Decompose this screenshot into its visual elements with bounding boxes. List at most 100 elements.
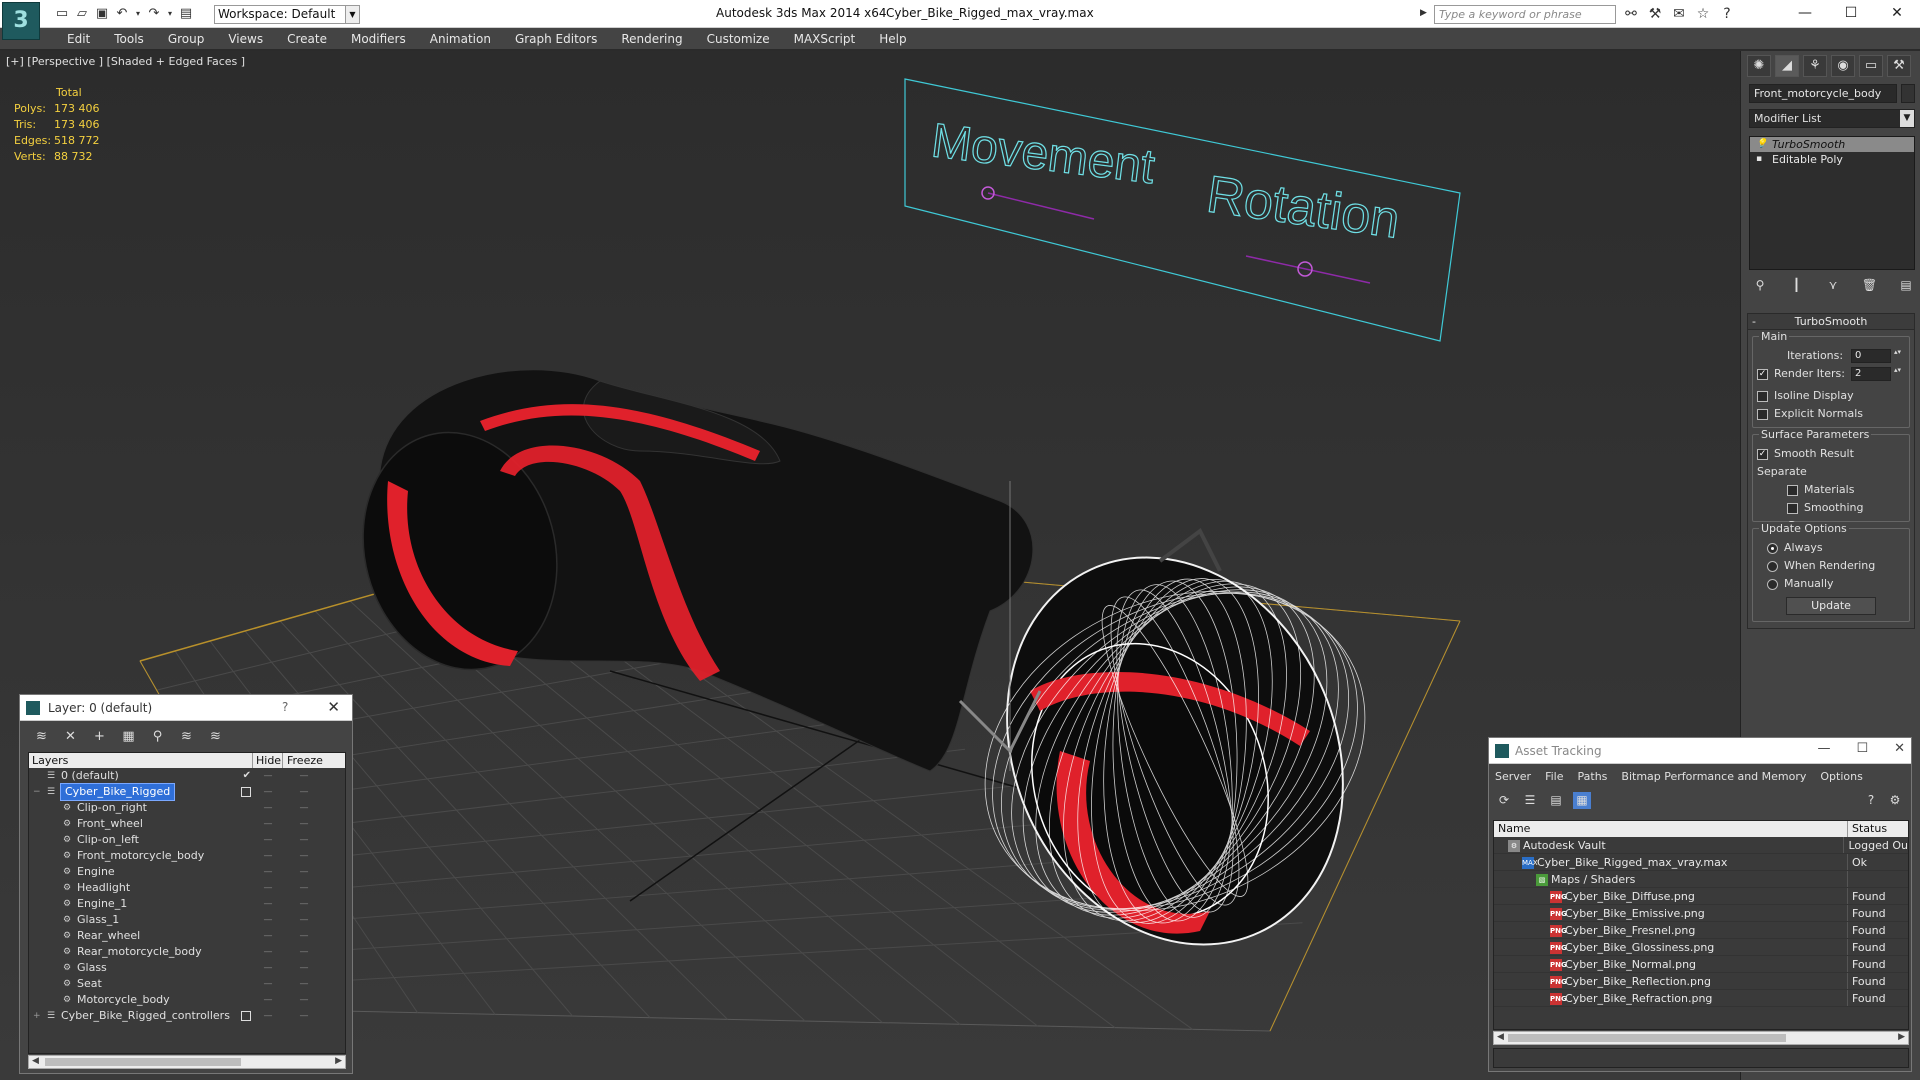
asset-menu-file[interactable]: File xyxy=(1545,770,1563,783)
hide-toggle[interactable]: — xyxy=(253,960,283,976)
lightbulb-icon[interactable]: 💡 xyxy=(1756,139,1767,149)
freeze-toggle[interactable]: — xyxy=(283,976,325,992)
hide-toggle[interactable]: — xyxy=(253,976,283,992)
minimize-icon[interactable]: — xyxy=(1817,741,1830,756)
highlight-selected-icon[interactable]: ⚲ xyxy=(148,727,167,746)
rollout-header[interactable]: - TurboSmooth xyxy=(1748,314,1914,330)
favorites-star-icon[interactable]: ☆ xyxy=(1694,5,1712,23)
open-file-icon[interactable]: ▱ xyxy=(74,6,90,22)
asset-menu-options[interactable]: Options xyxy=(1820,770,1862,783)
hide-toggle[interactable]: — xyxy=(253,832,283,848)
rig-controller-panel[interactable]: Movement Rotation xyxy=(904,78,1461,342)
asset-dialog-titlebar[interactable]: Asset Tracking — ☐ ✕ xyxy=(1489,738,1911,764)
menu-graph-editors[interactable]: Graph Editors xyxy=(503,31,609,47)
modify-tab-icon[interactable]: ◢ xyxy=(1775,55,1799,77)
communication-icon[interactable]: ✉ xyxy=(1670,5,1688,23)
layer-horizontal-scrollbar[interactable]: ◀ ▶ xyxy=(28,1055,346,1069)
select-objects-icon[interactable]: ▦ xyxy=(119,727,138,746)
maximize-icon[interactable]: ☐ xyxy=(1828,0,1874,26)
maximize-icon[interactable]: ☐ xyxy=(1856,741,1868,756)
display-tab-icon[interactable]: ▭ xyxy=(1859,55,1883,77)
menu-tools[interactable]: Tools xyxy=(102,31,156,47)
hierarchy-tab-icon[interactable]: ⚘ xyxy=(1803,55,1827,77)
col-status[interactable]: Status xyxy=(1848,821,1887,837)
asset-row[interactable]: PNGCyber_Bike_Reflection.png Found xyxy=(1494,973,1908,990)
freeze-toggle[interactable]: — xyxy=(283,880,325,896)
asset-row[interactable]: ⚙ Autodesk Vault Logged Ou xyxy=(1494,837,1908,854)
utilities-tab-icon[interactable]: ⚒ xyxy=(1887,55,1911,77)
list-view-icon[interactable]: ☰ xyxy=(1521,792,1539,809)
smooth-result-checkbox[interactable]: ✓ xyxy=(1757,448,1768,460)
app-logo-icon[interactable]: 3 xyxy=(2,2,40,40)
help-icon[interactable]: ? xyxy=(1863,792,1879,809)
pin-stack-icon[interactable]: ⚲ xyxy=(1751,276,1769,294)
freeze-all-layers-icon[interactable]: ≋ xyxy=(206,727,225,746)
freeze-toggle[interactable]: — xyxy=(283,928,325,944)
freeze-toggle[interactable]: — xyxy=(283,1008,325,1024)
asset-menu-paths[interactable]: Paths xyxy=(1578,770,1608,783)
layer-row[interactable]: ⚙ Headlight — — xyxy=(29,880,345,896)
freeze-toggle[interactable]: — xyxy=(283,768,325,784)
menu-create[interactable]: Create xyxy=(275,31,339,47)
asset-menu-bitmap-performance-and-memory[interactable]: Bitmap Performance and Memory xyxy=(1621,770,1806,783)
always-radio[interactable] xyxy=(1767,542,1778,554)
render-iters-checkbox[interactable]: ✓ xyxy=(1757,368,1768,380)
menu-help[interactable]: Help xyxy=(867,31,918,47)
freeze-toggle[interactable]: — xyxy=(283,784,325,800)
menu-customize[interactable]: Customize xyxy=(695,31,782,47)
menu-edit[interactable]: Edit xyxy=(55,31,102,47)
layer-row[interactable]: ⚙ Clip-on_right — — xyxy=(29,800,345,816)
col-hide[interactable]: Hide xyxy=(253,753,283,768)
show-end-result-icon[interactable]: ┃ xyxy=(1788,276,1806,294)
hide-toggle[interactable]: — xyxy=(253,912,283,928)
table-view-icon[interactable]: ▦ xyxy=(1573,792,1591,809)
chevron-down-icon[interactable]: ▼ xyxy=(345,6,359,23)
make-unique-icon[interactable]: ⋎ xyxy=(1824,276,1842,294)
expand-plus-icon[interactable]: ▪ xyxy=(1756,154,1766,164)
freeze-toggle[interactable]: — xyxy=(283,912,325,928)
menu-group[interactable]: Group xyxy=(156,31,217,47)
freeze-toggle[interactable]: — xyxy=(283,848,325,864)
stack-item-editable-poly[interactable]: ▪ Editable Poly xyxy=(1750,152,1914,167)
create-layer-icon[interactable]: ≋ xyxy=(32,727,51,746)
minimize-icon[interactable]: — xyxy=(1782,0,1828,26)
workspace-dropdown[interactable]: Workspace: Default ▼ xyxy=(214,5,360,24)
configure-modifier-sets-icon[interactable]: ▤ xyxy=(1897,276,1915,294)
layer-active-toggle[interactable] xyxy=(241,1011,251,1021)
update-button[interactable]: Update xyxy=(1786,597,1876,615)
layer-row[interactable]: ⚙ Clip-on_left — — xyxy=(29,832,345,848)
delete-layer-icon[interactable]: ✕ xyxy=(61,727,80,746)
collapse-icon[interactable]: - xyxy=(1752,314,1756,330)
settings-icon[interactable]: ⚙ xyxy=(1887,792,1903,809)
help-icon[interactable]: ? xyxy=(1718,5,1736,23)
hide-all-layers-icon[interactable]: ≋ xyxy=(177,727,196,746)
asset-row[interactable]: PNGCyber_Bike_Diffuse.png Found xyxy=(1494,888,1908,905)
close-icon[interactable]: ✕ xyxy=(327,698,340,716)
redo-dropdown-icon[interactable]: ▾ xyxy=(166,6,174,22)
chevron-down-icon[interactable]: ▼ xyxy=(1900,110,1914,127)
scroll-left-icon[interactable]: ◀ xyxy=(32,1056,39,1066)
stack-item-turbosmooth[interactable]: 💡 TurboSmooth xyxy=(1750,137,1914,152)
expand-icon[interactable]: + xyxy=(33,1008,41,1024)
render-iters-spinner[interactable]: 2 xyxy=(1851,367,1902,381)
freeze-toggle[interactable]: — xyxy=(283,816,325,832)
asset-row[interactable]: PNGCyber_Bike_Glossiness.png Found xyxy=(1494,939,1908,956)
freeze-toggle[interactable]: — xyxy=(283,960,325,976)
save-icon[interactable]: ▣ xyxy=(94,6,110,22)
undo-dropdown-icon[interactable]: ▾ xyxy=(134,6,142,22)
cyber-bike-model[interactable] xyxy=(337,369,1417,1000)
close-icon[interactable]: ✕ xyxy=(1894,741,1905,756)
scrollbar-thumb[interactable] xyxy=(45,1058,241,1066)
active-layer-check-icon[interactable]: ✔ xyxy=(243,768,251,784)
undo-icon[interactable]: ↶ xyxy=(114,6,130,22)
hide-toggle[interactable]: — xyxy=(253,896,283,912)
close-icon[interactable]: ✕ xyxy=(1874,0,1920,26)
layer-row[interactable]: ⚙ Rear_wheel — — xyxy=(29,928,345,944)
object-name-field[interactable]: Front_motorcycle_body xyxy=(1749,84,1897,103)
viewport-label-menu[interactable]: [+] [Perspective ] [Shaded + Edged Faces… xyxy=(6,55,245,68)
asset-row[interactable]: PNGCyber_Bike_Refraction.png Found xyxy=(1494,990,1908,1007)
asset-menu-server[interactable]: Server xyxy=(1495,770,1531,783)
hide-toggle[interactable]: — xyxy=(253,816,283,832)
asset-row[interactable]: PNGCyber_Bike_Emissive.png Found xyxy=(1494,905,1908,922)
search-input[interactable]: Type a keyword or phrase xyxy=(1434,5,1616,24)
